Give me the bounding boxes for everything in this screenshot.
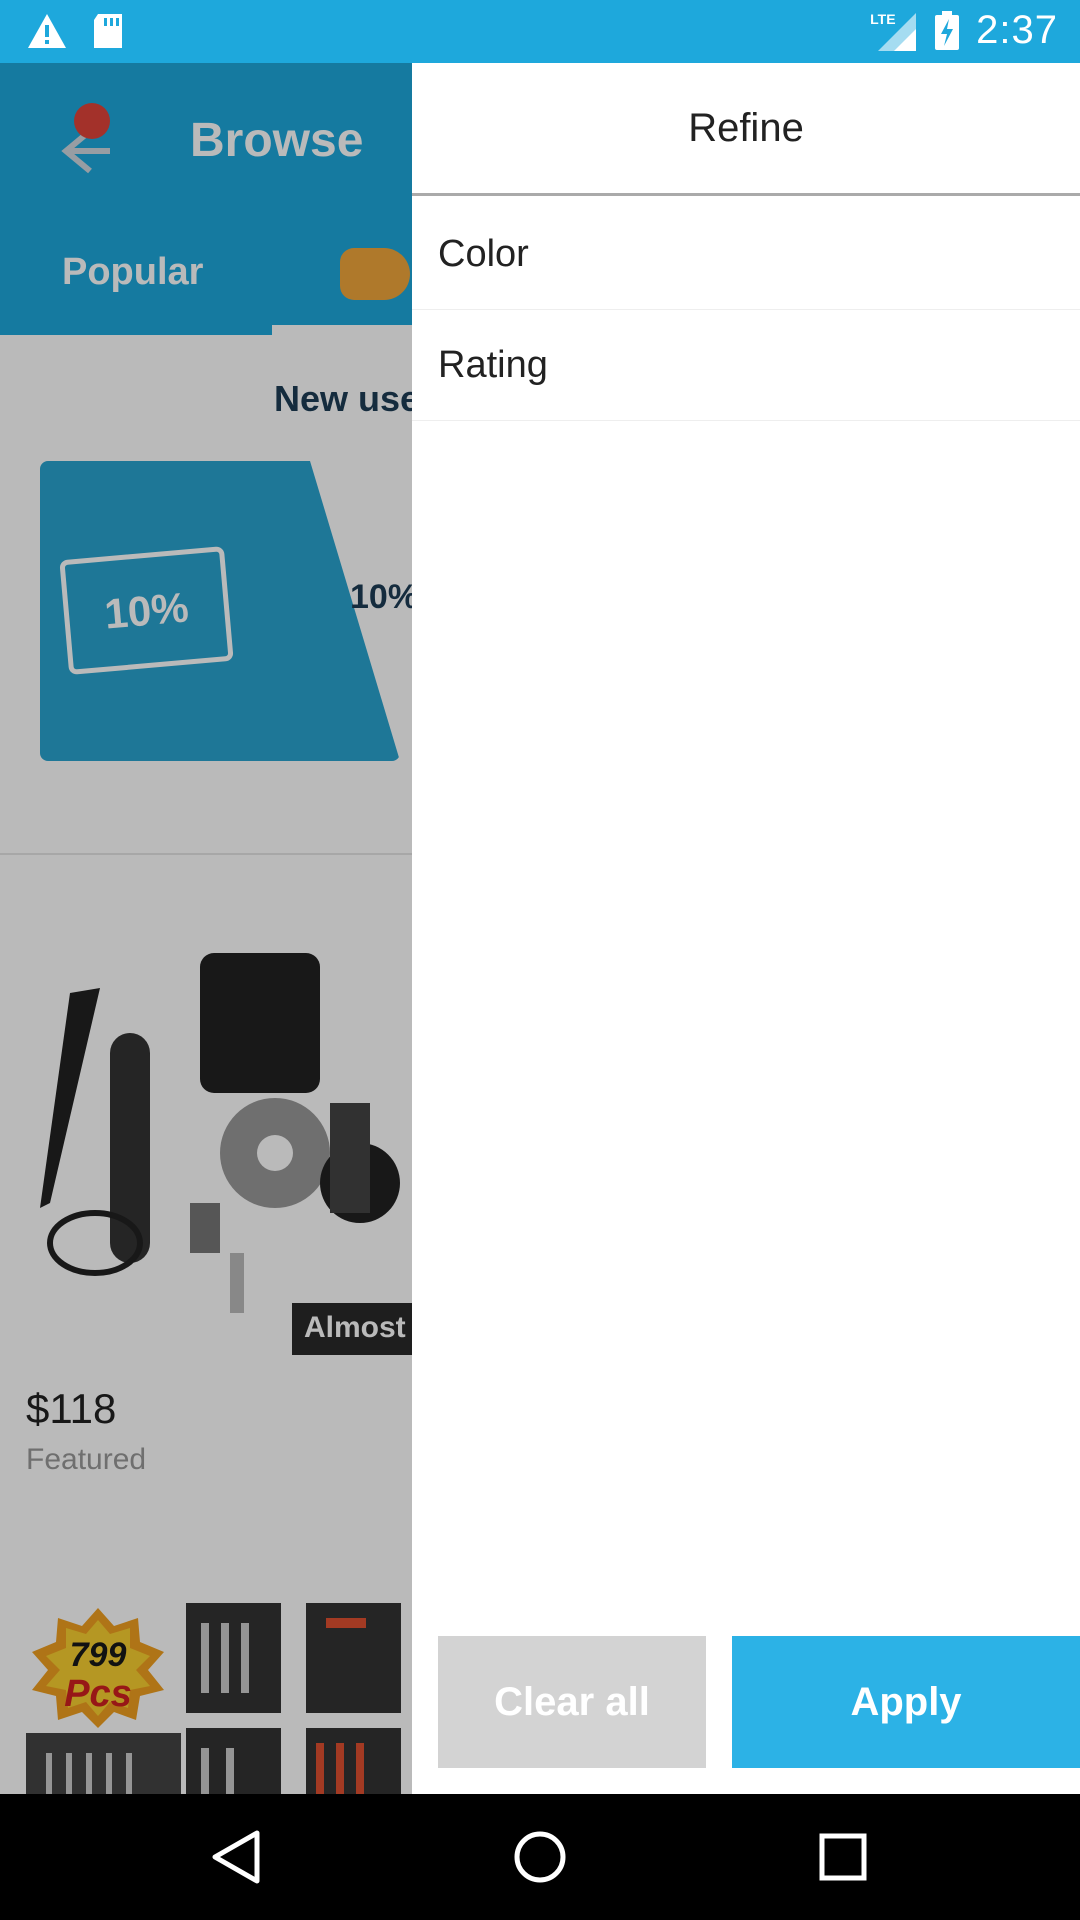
clear-all-button[interactable]: Clear all [438,1636,706,1768]
apply-button[interactable]: Apply [732,1636,1080,1768]
signal-icon: LTE [870,9,918,53]
status-bar-right: LTE 2:37 [870,8,1058,53]
sd-card-icon [94,14,122,48]
refine-drawer: Refine Color Rating Clear all Apply [412,63,1080,1794]
filter-rating[interactable]: Rating [412,310,1080,421]
drawer-title: Refine [688,105,804,150]
home-icon[interactable] [510,1827,570,1887]
drawer-header: Refine [412,63,1080,196]
status-bar: LTE 2:37 [0,0,1080,63]
back-icon[interactable] [207,1827,267,1887]
clock: 2:37 [976,8,1058,52]
filter-label: Color [438,232,529,275]
warning-icon [28,14,66,48]
filter-label: Rating [438,343,548,386]
battery-charging-icon [935,10,960,50]
filter-color[interactable]: Color [412,199,1080,310]
status-bar-left [26,12,124,50]
navigation-bar [0,1794,1080,1920]
recents-icon[interactable] [813,1827,873,1887]
